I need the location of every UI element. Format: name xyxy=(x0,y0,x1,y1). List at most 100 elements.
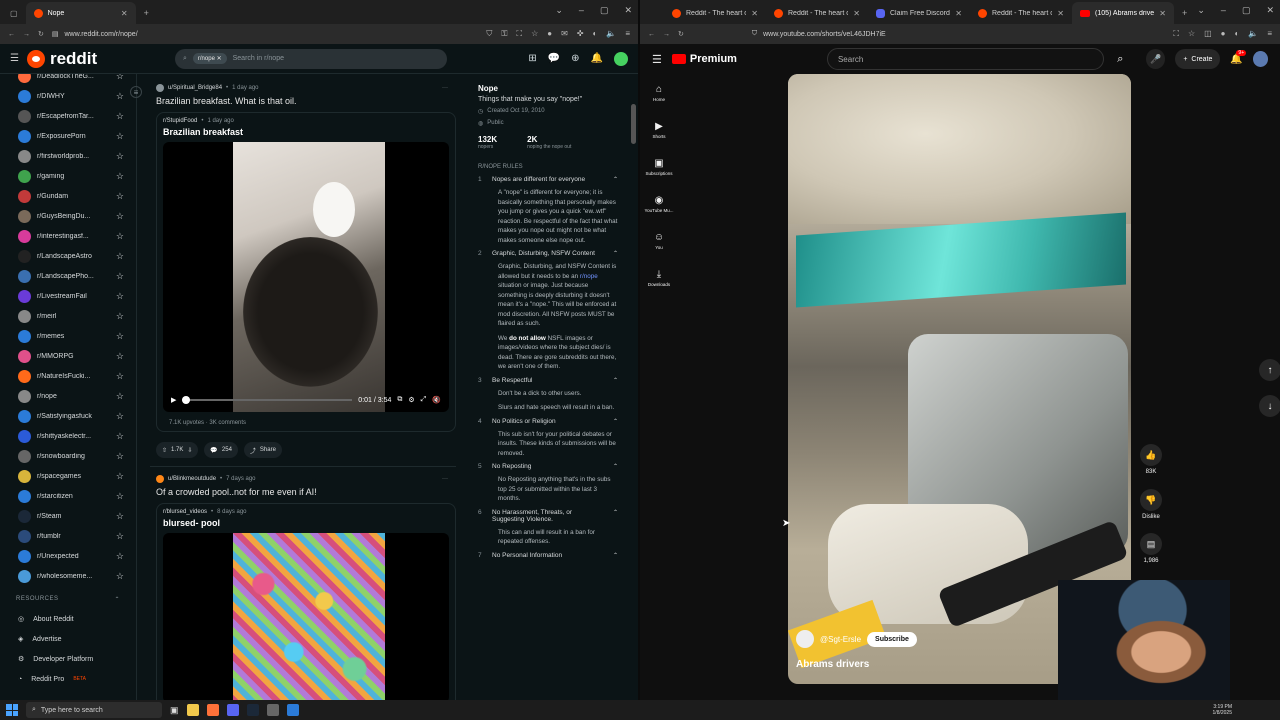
firefox-icon[interactable] xyxy=(206,704,219,716)
favorite-star-icon[interactable]: ☆ xyxy=(116,74,124,82)
chevron-up-icon[interactable]: ⌃ xyxy=(613,509,618,523)
favorite-star-icon[interactable]: ☆ xyxy=(116,371,124,382)
sidebar-community-item[interactable]: r/LandscapePho... ☆ xyxy=(0,266,136,286)
minimize-icon[interactable]: – xyxy=(579,5,584,16)
close-window-icon[interactable]: ✕ xyxy=(1266,5,1274,16)
favorite-star-icon[interactable]: ☆ xyxy=(116,571,124,582)
sidebar-community-item[interactable]: r/memes ☆ xyxy=(0,326,136,346)
next-short-button[interactable]: ↓ xyxy=(1259,395,1280,417)
back-icon[interactable]: ← xyxy=(648,31,655,38)
play-icon[interactable]: ▶ xyxy=(171,396,176,404)
favorite-star-icon[interactable]: ☆ xyxy=(116,91,124,102)
volume-icon[interactable]: 🔈 xyxy=(1248,29,1258,39)
tab-discord[interactable]: Claim Free Discord Tool ✕ xyxy=(868,2,970,24)
close-icon[interactable]: ✕ xyxy=(751,9,758,18)
settings-icon[interactable] xyxy=(266,704,279,716)
sidebar-community-item[interactable]: r/LivestreamFail ☆ xyxy=(0,286,136,306)
channel-avatar[interactable] xyxy=(796,630,814,648)
seek-handle[interactable] xyxy=(182,396,191,404)
favorite-star-icon[interactable]: ☆ xyxy=(116,291,124,302)
favorite-star-icon[interactable]: ☆ xyxy=(116,251,124,262)
collapse-sidebar-icon[interactable]: ≡ xyxy=(130,86,142,98)
hamburger-icon[interactable]: ☰ xyxy=(10,53,19,64)
app-menu-icon[interactable]: ≡ xyxy=(625,29,630,39)
windows-start-icon[interactable] xyxy=(6,704,18,716)
sidebar-community-item[interactable]: r/Gundam ☆ xyxy=(0,186,136,206)
translate-icon[interactable]: ⛶ xyxy=(1173,29,1179,39)
like-button[interactable]: 👍 xyxy=(1140,444,1162,466)
minimize-icon[interactable]: – xyxy=(1221,5,1226,16)
post-card[interactable]: u/Blinkmeoutdude • 7 days ago ··· Of a c… xyxy=(150,475,456,700)
settings-gear-icon[interactable]: ⚙ xyxy=(408,396,414,404)
forward-icon[interactable]: → xyxy=(663,31,670,38)
sidebar-community-item[interactable]: r/interestingasf... ☆ xyxy=(0,226,136,246)
avatar[interactable] xyxy=(614,51,628,66)
post-title[interactable]: Brazilian breakfast. What is that oil. xyxy=(156,96,456,106)
favorite-star-icon[interactable]: ☆ xyxy=(116,311,124,322)
favorite-star-icon[interactable]: ☆ xyxy=(116,191,124,202)
favorite-star-icon[interactable]: ☆ xyxy=(116,331,124,342)
sidebar-community-item[interactable]: r/DIWHY ☆ xyxy=(0,86,136,106)
search-button[interactable]: ⌕ xyxy=(1104,48,1136,70)
clock[interactable]: 3:19 PM 1/8/2025 xyxy=(1213,704,1232,716)
post-card[interactable]: u/Spiritual_Bridge84 • 1 day ago ··· Bra… xyxy=(150,74,456,458)
taskbar-search[interactable]: ⌕ Type here to search xyxy=(26,702,162,718)
resource-advertise[interactable]: ◈ Advertise xyxy=(0,629,136,649)
favorite-star-icon[interactable]: ☆ xyxy=(116,271,124,282)
captions-icon[interactable]: ⧉ xyxy=(397,396,402,404)
close-icon[interactable]: ✕ xyxy=(1159,9,1166,18)
chevron-up-icon[interactable]: ⌃ xyxy=(613,176,618,183)
extension-icon[interactable]: ● xyxy=(1221,29,1226,39)
sidebar-community-item[interactable]: r/nope ☆ xyxy=(0,386,136,406)
resource-about[interactable]: ◎ About Reddit xyxy=(0,609,136,629)
reddit-logo[interactable]: reddit xyxy=(26,49,167,69)
rule-2[interactable]: 2 Graphic, Disturbing, NSFW Content ⌃ Grap… xyxy=(478,250,618,372)
lock-icon[interactable]: ⚿ xyxy=(501,29,507,39)
sidebar-community-item[interactable]: r/starcitizen ☆ xyxy=(0,486,136,506)
nav-youtube-music[interactable]: ◉ YouTube Mu... xyxy=(640,185,678,222)
nav-subscriptions[interactable]: ▣ Subscriptions xyxy=(640,148,678,185)
close-icon[interactable]: ✕ xyxy=(1057,9,1064,18)
mail-icon[interactable]: ✉ xyxy=(561,29,568,39)
channel-name[interactable]: @Sgt-Ersle xyxy=(820,635,861,644)
chevron-up-icon[interactable]: ⌃ xyxy=(613,552,618,559)
chevron-up-icon[interactable]: ⌃ xyxy=(613,463,618,470)
comments-button[interactable]: 💬 254 xyxy=(204,442,238,458)
app-icon[interactable] xyxy=(286,704,299,716)
task-view-icon[interactable]: ▣ xyxy=(170,705,179,716)
reload-icon[interactable]: ↻ xyxy=(678,30,684,38)
sidebar-community-item[interactable]: r/gaming ☆ xyxy=(0,166,136,186)
bookmark-star-icon[interactable]: ☆ xyxy=(531,29,538,39)
url-field[interactable]: ▤ www.reddit.com/r/nope/ xyxy=(52,27,479,41)
short-title[interactable]: Abrams drivers xyxy=(796,659,869,670)
favorite-star-icon[interactable]: ☆ xyxy=(116,471,124,482)
search-input[interactable]: ⌕ r/nope ✕ Search in r/nope xyxy=(174,48,447,69)
create-button[interactable]: + Create xyxy=(1175,49,1221,69)
resource-developer[interactable]: ⚙ Developer Platform xyxy=(0,649,136,669)
crosspost-title[interactable]: Brazilian breakfast xyxy=(163,127,449,137)
sidebar-community-item[interactable]: r/shittyaskelectr... ☆ xyxy=(0,426,136,446)
bookmark-star-icon[interactable]: ☆ xyxy=(1188,29,1195,39)
dislike-button[interactable]: 👎 xyxy=(1140,489,1162,511)
video-seek-bar[interactable] xyxy=(182,396,353,404)
create-post-icon[interactable]: ⊕ xyxy=(571,53,579,64)
favorite-star-icon[interactable]: ☆ xyxy=(116,211,124,222)
scrollbar[interactable] xyxy=(631,104,636,144)
rule-7[interactable]: 7 No Personal Information ⌃ xyxy=(478,552,618,559)
search-input[interactable]: Search xyxy=(826,48,1105,70)
tab-menu-icon[interactable]: ▢ xyxy=(0,9,26,24)
close-icon[interactable]: ✕ xyxy=(853,9,860,18)
youtube-logo[interactable]: Premium xyxy=(671,53,737,65)
favorite-star-icon[interactable]: ☆ xyxy=(116,431,124,442)
tab-reddit-2[interactable]: Reddit - The heart of th ✕ xyxy=(766,2,868,24)
new-tab-icon[interactable]: + xyxy=(1174,8,1195,24)
maximize-icon[interactable]: ▢ xyxy=(1242,5,1251,16)
chevron-up-icon[interactable]: ⌃ xyxy=(613,418,618,425)
subreddit-chip[interactable]: r/nope ✕ xyxy=(192,53,227,64)
favorite-star-icon[interactable]: ☆ xyxy=(116,131,124,142)
sidebar-community-item[interactable]: r/snowboarding ☆ xyxy=(0,446,136,466)
resources-header[interactable]: RESOURCES ⌃ xyxy=(0,586,136,609)
tab-reddit-3[interactable]: Reddit - The heart of th ✕ xyxy=(970,2,1072,24)
pocket-icon[interactable]: ◫ xyxy=(1204,29,1212,39)
notification-icon[interactable]: 🔔 9+ xyxy=(1230,49,1247,65)
